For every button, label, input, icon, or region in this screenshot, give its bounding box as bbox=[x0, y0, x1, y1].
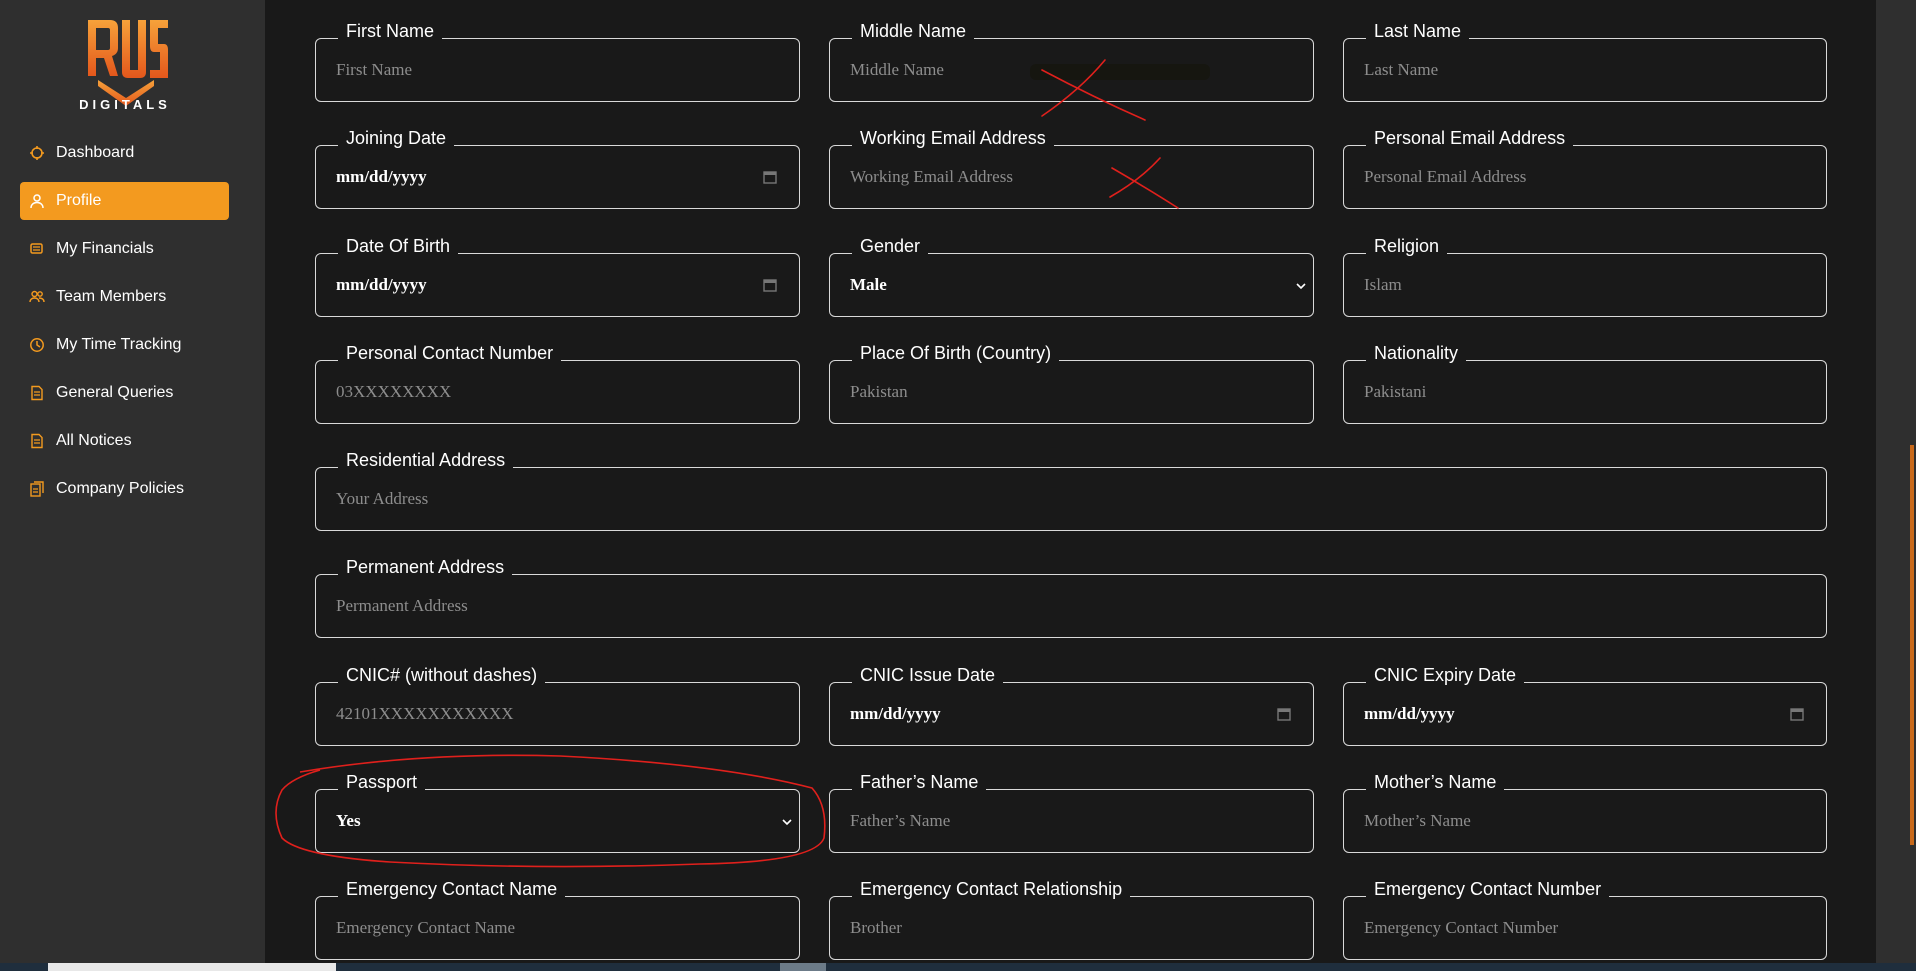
religion-field[interactable]: Religion Islam bbox=[1343, 235, 1827, 317]
emergency-contact-relationship-input[interactable]: Brother bbox=[850, 897, 902, 959]
team-icon bbox=[28, 288, 46, 306]
nationality-input[interactable]: Pakistani bbox=[1364, 361, 1426, 423]
sidebar-item-label: My Time Tracking bbox=[56, 336, 182, 353]
document-icon bbox=[28, 432, 46, 450]
document-icon bbox=[28, 384, 46, 402]
sidebar-item-label: General Queries bbox=[56, 384, 174, 401]
sidebar-item-general-queries[interactable]: General Queries bbox=[20, 374, 229, 412]
cnic-field[interactable]: CNIC# (without dashes) 42101XXXXXXXXXXX bbox=[315, 664, 800, 746]
place-of-birth-input[interactable]: Pakistan bbox=[850, 361, 908, 423]
sidebar-item-label: All Notices bbox=[56, 432, 132, 449]
sidebar-item-dashboard[interactable]: Dashboard bbox=[20, 134, 229, 172]
sidebar: DIGITALS Dashboard Profile My Financials… bbox=[0, 0, 265, 971]
cnic-issue-date-field[interactable]: CNIC Issue Date mm/dd/yyyy bbox=[829, 664, 1314, 746]
permanent-address-field[interactable]: Permanent Address Permanent Address bbox=[315, 556, 1827, 638]
financials-icon bbox=[28, 240, 46, 258]
last-name-field[interactable]: Last Name Last Name bbox=[1343, 20, 1827, 102]
last-name-input[interactable]: Last Name bbox=[1364, 39, 1438, 101]
gender-select[interactable]: Gender Male bbox=[829, 235, 1314, 317]
joining-date-field[interactable]: Joining Date mm/dd/yyyy bbox=[315, 127, 800, 209]
sidebar-item-my-financials[interactable]: My Financials bbox=[20, 230, 229, 268]
clock-icon bbox=[28, 336, 46, 354]
middle-name-input[interactable]: Middle Name bbox=[850, 39, 944, 101]
father-name-field[interactable]: Father’s Name Father’s Name bbox=[829, 771, 1314, 853]
religion-input[interactable]: Islam bbox=[1364, 254, 1402, 316]
nationality-field[interactable]: Nationality Pakistani bbox=[1343, 342, 1827, 424]
sidebar-item-company-policies[interactable]: Company Policies bbox=[20, 470, 229, 508]
father-name-input[interactable]: Father’s Name bbox=[850, 790, 950, 852]
middle-name-field[interactable]: Middle Name Middle Name bbox=[829, 20, 1314, 102]
place-of-birth-field[interactable]: Place Of Birth (Country) Pakistan bbox=[829, 342, 1314, 424]
first-name-input[interactable]: First Name bbox=[336, 39, 412, 101]
calendar-icon[interactable] bbox=[1790, 707, 1804, 721]
cnic-expiry-date-field[interactable]: CNIC Expiry Date mm/dd/yyyy bbox=[1343, 664, 1827, 746]
taskbar bbox=[0, 963, 1916, 971]
sidebar-item-label: Profile bbox=[56, 192, 102, 209]
sidebar-item-label: Dashboard bbox=[56, 144, 135, 161]
taskbar-segment bbox=[48, 963, 336, 971]
joining-date-input[interactable]: mm/dd/yyyy bbox=[336, 146, 427, 208]
mother-name-field[interactable]: Mother’s Name Mother’s Name bbox=[1343, 771, 1827, 853]
brand-wordmark: DIGITALS bbox=[79, 97, 171, 112]
dashboard-icon bbox=[28, 144, 46, 162]
gender-selected-value[interactable]: Male bbox=[850, 254, 887, 316]
emergency-contact-number-field[interactable]: Emergency Contact Number Emergency Conta… bbox=[1343, 878, 1827, 960]
calendar-icon[interactable] bbox=[763, 170, 777, 184]
cnic-input[interactable]: 42101XXXXXXXXXXX bbox=[336, 683, 514, 745]
date-of-birth-input[interactable]: mm/dd/yyyy bbox=[336, 254, 427, 316]
first-name-field[interactable]: First Name First Name bbox=[315, 20, 800, 102]
sidebar-item-all-notices[interactable]: All Notices bbox=[20, 422, 229, 460]
residential-address-input[interactable]: Your Address bbox=[336, 468, 428, 530]
emergency-contact-name-input[interactable]: Emergency Contact Name bbox=[336, 897, 515, 959]
personal-contact-field[interactable]: Personal Contact Number 03XXXXXXXX bbox=[315, 342, 800, 424]
passport-selected-value[interactable]: Yes bbox=[336, 790, 361, 852]
user-icon bbox=[28, 192, 46, 210]
personal-email-input[interactable]: Personal Email Address bbox=[1364, 146, 1526, 208]
working-email-field[interactable]: Working Email Address Working Email Addr… bbox=[829, 127, 1314, 209]
permanent-address-input[interactable]: Permanent Address bbox=[336, 575, 468, 637]
chevron-down-icon[interactable] bbox=[1295, 280, 1307, 292]
personal-email-field[interactable]: Personal Email Address Personal Email Ad… bbox=[1343, 127, 1827, 209]
emergency-contact-relationship-field[interactable]: Emergency Contact Relationship Brother bbox=[829, 878, 1314, 960]
taskbar-segment bbox=[780, 963, 826, 971]
passport-select[interactable]: Passport Yes bbox=[315, 771, 800, 853]
cnic-expiry-date-input[interactable]: mm/dd/yyyy bbox=[1364, 683, 1455, 745]
sidebar-item-label: Company Policies bbox=[56, 480, 185, 497]
sidebar-item-profile[interactable]: Profile bbox=[20, 182, 229, 220]
policies-icon bbox=[28, 480, 46, 498]
sidebar-item-team-members[interactable]: Team Members bbox=[20, 278, 229, 316]
residential-address-field[interactable]: Residential Address Your Address bbox=[315, 449, 1827, 531]
sidebar-item-label: Team Members bbox=[56, 288, 167, 305]
working-email-input[interactable]: Working Email Address bbox=[850, 146, 1013, 208]
calendar-icon[interactable] bbox=[763, 278, 777, 292]
chevron-down-icon[interactable] bbox=[781, 816, 793, 828]
mother-name-input[interactable]: Mother’s Name bbox=[1364, 790, 1471, 852]
sidebar-item-my-time-tracking[interactable]: My Time Tracking bbox=[20, 326, 229, 364]
emergency-contact-name-field[interactable]: Emergency Contact Name Emergency Contact… bbox=[315, 878, 800, 960]
sidebar-item-label: My Financials bbox=[56, 240, 154, 257]
date-of-birth-field[interactable]: Date Of Birth mm/dd/yyyy bbox=[315, 235, 800, 317]
personal-contact-input[interactable]: 03XXXXXXXX bbox=[336, 361, 451, 423]
scrollbar[interactable] bbox=[1910, 445, 1914, 845]
cnic-issue-date-input[interactable]: mm/dd/yyyy bbox=[850, 683, 941, 745]
emergency-contact-number-input[interactable]: Emergency Contact Number bbox=[1364, 897, 1558, 959]
calendar-icon[interactable] bbox=[1277, 707, 1291, 721]
